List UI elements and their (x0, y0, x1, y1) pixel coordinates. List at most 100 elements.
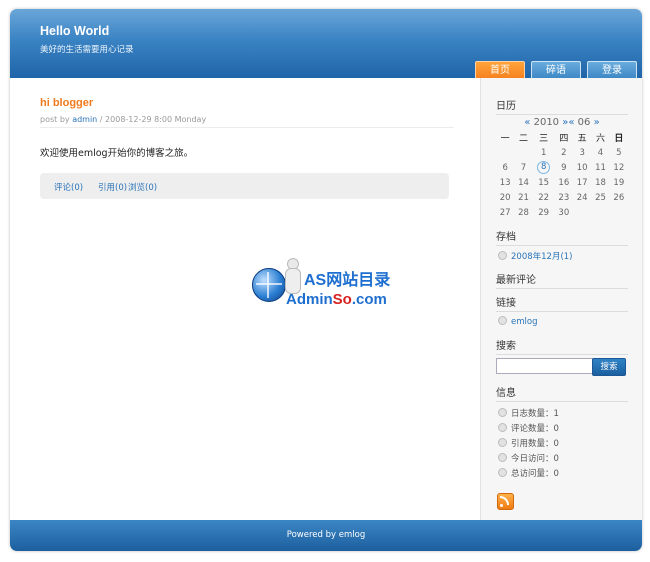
info-item: 日志数量：1 (498, 407, 559, 419)
page-wrapper: Hello World 美好的生活需要用心记录 首页 碎语 登录 hi blog… (10, 9, 642, 551)
calendar-day (496, 145, 514, 160)
info-value: 0 (553, 454, 559, 464)
bullet-icon (498, 251, 507, 260)
post-meta: post by admin / 2008-12-29 8:00 Monday (40, 115, 454, 128)
search-heading: 搜索 (496, 337, 628, 355)
archive-heading: 存档 (496, 228, 628, 246)
calendar-day (514, 145, 532, 160)
calendar-prev-year[interactable]: « (524, 117, 530, 128)
watermark-logo: AS网站目录 AdminSo.com (252, 258, 412, 318)
post-meta-prefix: post by (40, 115, 73, 124)
calendar-day (591, 205, 609, 220)
bullet-icon (498, 438, 507, 447)
post-date: / 2008-12-29 8:00 Monday (97, 115, 207, 124)
site-header: Hello World 美好的生活需要用心记录 首页 碎语 登录 (10, 9, 642, 79)
info-item: 总访问量：0 (498, 467, 559, 479)
calendar-day: 25 (595, 192, 606, 203)
calendar-day: 5 (616, 147, 622, 158)
info-label: 总访问量： (511, 469, 554, 479)
calendar-day: 27 (499, 207, 511, 218)
search-input[interactable] (496, 358, 594, 374)
calendar-day: 19 (613, 177, 625, 188)
calendar-heading: 日历 (496, 97, 628, 115)
sidebar: 日历 « 2010 »« 06 » 一 二 三 四 五 六 日 1 2 3 4 … (480, 78, 642, 520)
site-title[interactable]: Hello World (40, 24, 109, 38)
post-trackbacks-link[interactable]: 引用(0) (98, 181, 127, 193)
post-body: 欢迎使用emlog开始你的博客之旅。 (40, 148, 194, 159)
calendar-day-today: 8 (533, 160, 555, 175)
calendar-day: 2 (561, 147, 567, 158)
calendar-weekday: 二 (518, 134, 528, 144)
calendar-day: 14 (518, 177, 529, 188)
info-value: 1 (553, 409, 559, 419)
calendar-day: 12 (613, 162, 625, 173)
post-views-link[interactable]: 浏览(0) (128, 181, 157, 193)
link-emlog[interactable]: emlog (511, 317, 537, 327)
calendar-day: 24 (576, 192, 588, 203)
globe-icon (252, 268, 286, 302)
info-value: 0 (553, 424, 559, 434)
post-title[interactable]: hi blogger (40, 97, 93, 109)
calendar-day: 21 (518, 192, 529, 203)
calendar-day: 9 (561, 162, 567, 173)
calendar-day: 16 (558, 177, 570, 188)
calendar-day: 6 (502, 162, 508, 173)
calendar-weekday: 六 (595, 134, 605, 144)
post-author-link[interactable]: admin (72, 115, 97, 124)
calendar-month: 06 (577, 117, 591, 128)
link-item: emlog (498, 316, 537, 327)
info-label: 今日访问： (511, 454, 554, 464)
search-button[interactable]: 搜索 (592, 358, 626, 376)
calendar-next-month[interactable]: » (594, 117, 600, 128)
info-item: 今日访问：0 (498, 452, 559, 464)
post-comments-link[interactable]: 评论(0) (54, 181, 83, 193)
main-content: hi blogger post by admin / 2008-12-29 8:… (10, 78, 480, 520)
rss-icon[interactable] (497, 493, 514, 510)
watermark-line1: AS网站目录 (304, 272, 391, 289)
calendar-day (573, 205, 591, 220)
calendar-prev-month[interactable]: « (568, 117, 574, 128)
bullet-icon (498, 468, 507, 477)
archive-link[interactable]: 2008年12月(1) (511, 252, 573, 262)
bullet-icon (498, 453, 507, 462)
calendar-weekday: 一 (500, 134, 510, 144)
calendar-weekday: 日 (614, 134, 624, 144)
calendar-day: 28 (518, 207, 529, 218)
watermark-line2: AdminSo.com (286, 291, 387, 308)
info-item: 评论数量：0 (498, 422, 559, 434)
info-item: 引用数量：0 (498, 437, 559, 449)
info-heading: 信息 (496, 384, 628, 402)
calendar-year: 2010 (533, 117, 560, 128)
calendar-day (610, 205, 628, 220)
info-label: 日志数量： (511, 409, 554, 419)
calendar-day: 13 (499, 177, 511, 188)
calendar-day: 17 (576, 177, 588, 188)
nav-tab-fragments[interactable]: 碎语 (531, 61, 581, 79)
site-footer: Powered by emlog (10, 520, 642, 551)
calendar-day: 15 (538, 177, 550, 188)
recent-comments-heading: 最新评论 (496, 271, 628, 289)
calendar-day: 26 (613, 192, 625, 203)
calendar-day: 23 (558, 192, 570, 203)
info-label: 引用数量： (511, 439, 554, 449)
calendar-nav: « 2010 »« 06 » (496, 117, 628, 128)
calendar-day: 18 (595, 177, 606, 188)
nav-tab-login[interactable]: 登录 (587, 61, 637, 79)
bullet-icon (498, 423, 507, 432)
site-subtitle: 美好的生活需要用心记录 (40, 45, 134, 55)
info-value: 0 (553, 469, 559, 479)
calendar-weekday: 五 (577, 134, 587, 144)
calendar-grid: 一 二 三 四 五 六 日 1 2 3 4 5 6 7 8 9 10 11 12… (496, 130, 628, 220)
calendar-day: 4 (597, 147, 604, 158)
main-nav: 首页 碎语 登录 (475, 61, 637, 79)
post-footer: 评论(0) 引用(0) 浏览(0) (40, 173, 449, 199)
calendar-day: 7 (520, 162, 527, 173)
bullet-icon (498, 408, 507, 417)
calendar-day: 22 (538, 192, 550, 203)
calendar-day: 1 (540, 147, 547, 158)
links-heading: 链接 (496, 294, 628, 312)
calendar-day: 3 (579, 147, 585, 158)
calendar-weekday: 三 (539, 134, 549, 144)
nav-tab-home[interactable]: 首页 (475, 61, 525, 79)
calendar-day: 29 (538, 207, 550, 218)
